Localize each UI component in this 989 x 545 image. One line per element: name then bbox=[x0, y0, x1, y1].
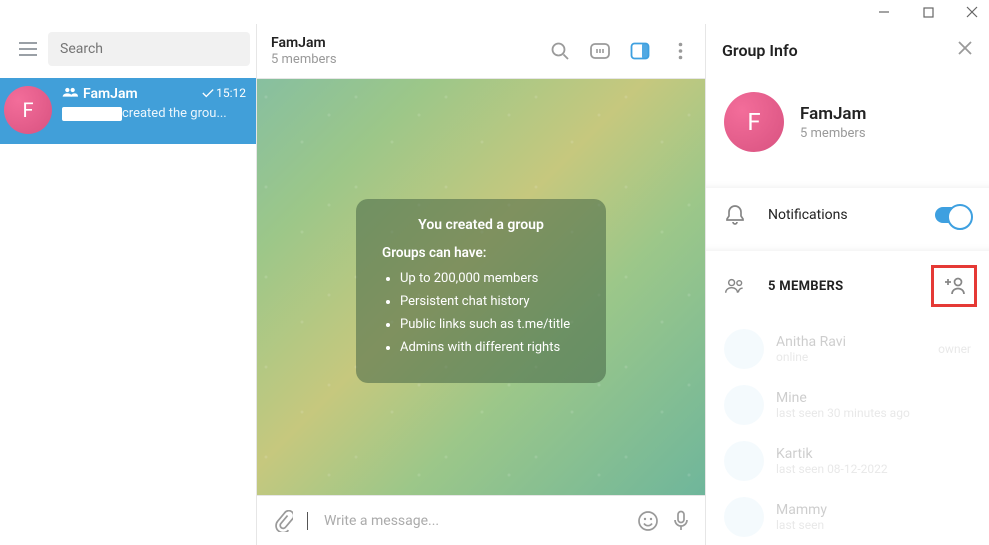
text-cursor bbox=[307, 512, 308, 530]
avatar-letter: F bbox=[22, 98, 33, 122]
window-close-button[interactable] bbox=[959, 0, 985, 24]
member-name: Kartik bbox=[776, 446, 888, 462]
message-input[interactable] bbox=[324, 513, 623, 529]
search-input[interactable] bbox=[48, 32, 250, 66]
member-status: last seen 30 minutes ago bbox=[776, 406, 910, 420]
add-user-icon bbox=[942, 276, 966, 296]
group-member-count: 5 members bbox=[800, 126, 866, 141]
member-name: Mine bbox=[776, 390, 910, 406]
members-count-label: 5 MEMBERS bbox=[768, 279, 909, 294]
chat-header: FamJam 5 members bbox=[257, 24, 705, 79]
dots-vertical-icon bbox=[678, 42, 683, 60]
window-maximize-button[interactable] bbox=[915, 0, 941, 24]
member-row[interactable]: Mine last seen 30 minutes ago bbox=[706, 377, 989, 433]
group-name: FamJam bbox=[800, 104, 866, 124]
chat-time: 15:12 bbox=[202, 86, 246, 100]
notice-point: Up to 200,000 members bbox=[400, 271, 580, 286]
member-status: online bbox=[776, 350, 926, 364]
notifications-label: Notifications bbox=[768, 207, 913, 223]
redacted-sender bbox=[62, 107, 122, 121]
member-row[interactable]: Kartik last seen 08-12-2022 bbox=[706, 433, 989, 489]
more-options-button[interactable] bbox=[669, 40, 691, 62]
add-member-button[interactable] bbox=[931, 265, 977, 307]
search-icon bbox=[550, 41, 570, 61]
sidebar-icon bbox=[630, 42, 650, 60]
message-composer bbox=[257, 495, 705, 545]
video-chat-icon bbox=[589, 41, 611, 61]
member-row[interactable]: Anitha Ravi online owner bbox=[706, 321, 989, 377]
member-status: last seen 08-12-2022 bbox=[776, 462, 888, 476]
window-minimize-button[interactable] bbox=[871, 0, 897, 24]
video-chat-button[interactable] bbox=[589, 40, 611, 62]
group-profile[interactable]: F FamJam 5 members bbox=[706, 76, 989, 178]
chat-subtitle: 5 members bbox=[271, 52, 549, 67]
bell-icon bbox=[724, 204, 746, 226]
smile-icon bbox=[637, 510, 659, 532]
chat-background: You created a group Groups can have: Up … bbox=[257, 79, 705, 495]
chat-preview: created the grou... bbox=[62, 106, 246, 121]
paperclip-icon bbox=[273, 510, 293, 532]
member-status: last seen bbox=[776, 518, 827, 532]
close-icon bbox=[957, 40, 973, 56]
notice-title: You created a group bbox=[382, 217, 580, 233]
member-name: Anitha Ravi bbox=[776, 334, 926, 350]
group-created-notice: You created a group Groups can have: Up … bbox=[356, 199, 606, 383]
window-titlebar bbox=[0, 0, 989, 24]
chat-panel: FamJam 5 members bbox=[257, 24, 705, 545]
panel-title: Group Info bbox=[722, 41, 798, 60]
notice-point: Public links such as t.me/title bbox=[400, 317, 580, 332]
member-avatar bbox=[724, 385, 764, 425]
members-icon bbox=[724, 277, 746, 295]
emoji-button[interactable] bbox=[637, 510, 659, 532]
chat-list-item[interactable]: F FamJam created the grou... 15:12 bbox=[0, 78, 256, 144]
notifications-toggle[interactable] bbox=[935, 207, 971, 223]
members-header: 5 MEMBERS bbox=[706, 251, 989, 321]
group-icon bbox=[62, 86, 78, 102]
chat-name: FamJam bbox=[83, 86, 138, 102]
sidebar-toggle-button[interactable] bbox=[629, 40, 651, 62]
member-role: owner bbox=[938, 342, 971, 356]
notifications-row[interactable]: Notifications bbox=[706, 188, 989, 242]
member-name: Mammy bbox=[776, 502, 827, 518]
search-in-chat-button[interactable] bbox=[549, 40, 571, 62]
menu-button[interactable] bbox=[12, 32, 44, 66]
check-icon bbox=[202, 88, 214, 98]
attach-button[interactable] bbox=[273, 510, 293, 532]
microphone-icon bbox=[673, 510, 689, 532]
group-avatar: F bbox=[724, 92, 784, 152]
member-row[interactable]: Mammy last seen bbox=[706, 489, 989, 545]
chat-list-panel: F FamJam created the grou... 15:12 bbox=[0, 24, 257, 545]
member-avatar bbox=[724, 329, 764, 369]
notice-point: Persistent chat history bbox=[400, 294, 580, 309]
voice-message-button[interactable] bbox=[673, 510, 689, 532]
chat-title[interactable]: FamJam bbox=[271, 35, 549, 51]
close-panel-button[interactable] bbox=[957, 40, 973, 60]
group-info-panel: Group Info F FamJam 5 members Notificati… bbox=[705, 24, 989, 545]
member-avatar bbox=[724, 441, 764, 481]
notice-point: Admins with different rights bbox=[400, 340, 580, 355]
notice-subtitle: Groups can have: bbox=[382, 245, 580, 261]
member-avatar bbox=[724, 497, 764, 537]
chat-avatar: F bbox=[4, 86, 52, 134]
